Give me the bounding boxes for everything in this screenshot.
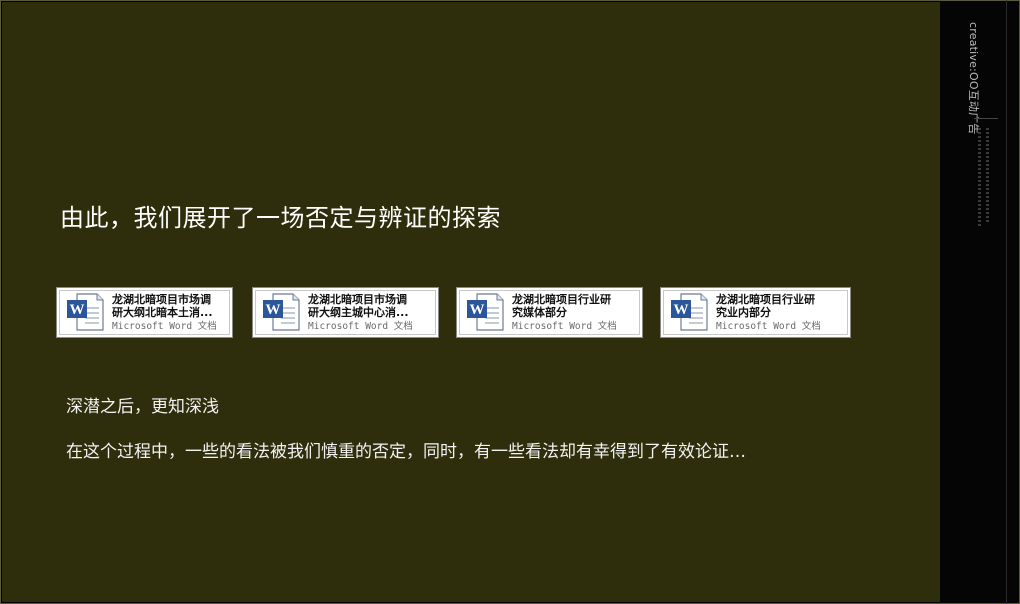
attachment-type: Microsoft Word 文档 (112, 321, 217, 332)
word-document-icon: W (263, 293, 300, 331)
sidebar-divider (1006, 0, 1007, 604)
attachment-type: Microsoft Word 文档 (308, 321, 413, 332)
slide-subheading: 深潜之后，更知深浅 (66, 397, 219, 417)
word-document-icon: W (671, 293, 708, 331)
word-document-icon: W (467, 293, 504, 331)
svg-text:W: W (266, 302, 281, 318)
attachment-word-doc[interactable]: W 龙湖北暗项目行业研 究业内部分 Microsoft Word 文档 (660, 287, 851, 338)
attachment-word-doc[interactable]: W 龙湖北暗项目市场调 研大纲主城中心消... Microsoft Word 文… (252, 287, 439, 338)
slide-heading: 由此，我们展开了一场否定与辨证的探索 (60, 204, 501, 232)
attachment-type: Microsoft Word 文档 (716, 321, 821, 332)
attachment-type: Microsoft Word 文档 (512, 321, 617, 332)
attachment-word-doc[interactable]: W 龙湖北暗项目行业研 究媒体部分 Microsoft Word 文档 (456, 287, 643, 338)
attachment-word-doc[interactable]: W 龙湖北暗项目市场调 研大纲北暗本土消... Microsoft Word 文… (56, 287, 233, 338)
svg-text:W: W (674, 302, 689, 318)
brand-small-print (986, 128, 989, 224)
attachment-title: 龙湖北暗项目行业研 究媒体部分 (512, 293, 611, 319)
slide-body-text: 在这个过程中，一些的看法被我们慎重的否定，同时，有一些看法却有幸得到了有效论证… (66, 442, 746, 462)
attachment-title: 龙湖北暗项目市场调 研大纲主城中心消... (308, 293, 409, 319)
svg-text:W: W (470, 302, 485, 318)
attachment-title: 龙湖北暗项目市场调 研大纲北暗本土消... (112, 293, 213, 319)
brand-logo: creative:OO互动广告 (967, 22, 980, 135)
attachment-title: 龙湖北暗项目行业研 究业内部分 (716, 293, 815, 319)
svg-text:W: W (70, 302, 85, 318)
brand-small-print (978, 128, 981, 228)
word-document-icon: W (67, 293, 104, 331)
brand-divider (974, 118, 998, 119)
